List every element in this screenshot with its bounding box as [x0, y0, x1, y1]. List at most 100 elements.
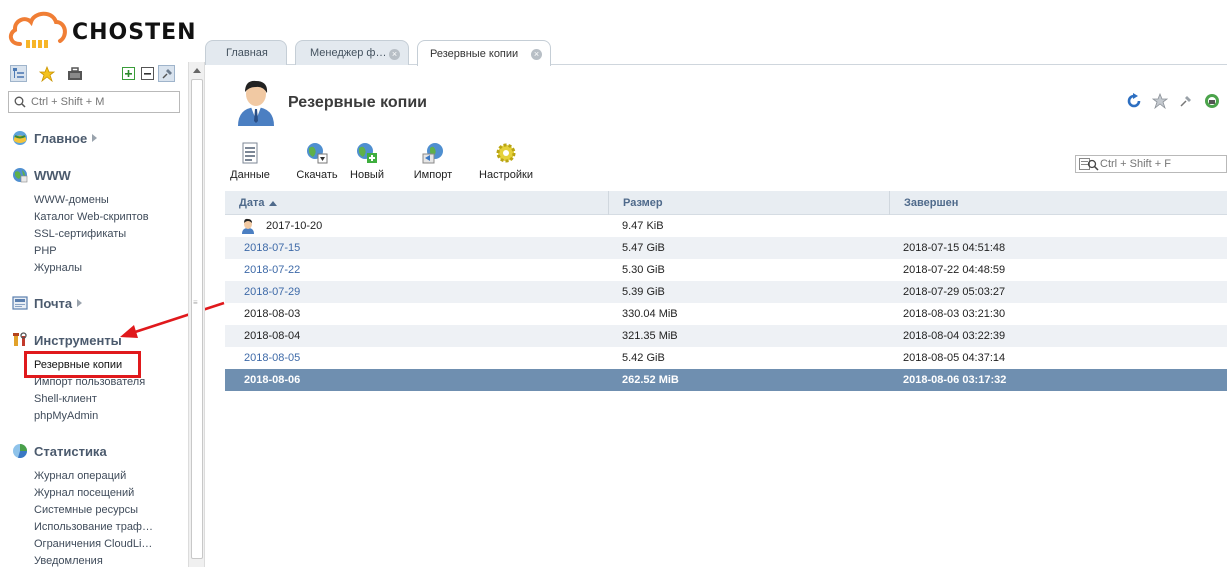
sidebar-section-main[interactable]: Главное	[12, 129, 98, 147]
pin-icon[interactable]	[158, 65, 175, 82]
sidebar-section-mail[interactable]: Почта	[12, 294, 83, 312]
table-row[interactable]: 2017-10-20 9.47 KiB	[225, 215, 1227, 237]
sidebar-item-system-resources[interactable]: Системные ресурсы	[34, 504, 138, 516]
column-label: Дата	[239, 197, 265, 209]
cell-date[interactable]: 2018-07-29	[244, 281, 300, 303]
sidebar-item-notifications[interactable]: Уведомления	[34, 555, 103, 567]
favorite-star-icon[interactable]	[1151, 92, 1169, 110]
sidebar-item-php[interactable]: PHP	[34, 245, 57, 257]
sidebar-item-label: Резервные копии	[34, 359, 123, 371]
cell-finished: 2018-07-15 04:51:48	[903, 242, 1006, 254]
sidebar-item-web-scripts[interactable]: Каталог Web-скриптов	[34, 211, 149, 223]
sidebar-section-www[interactable]: WWW	[12, 166, 71, 184]
sidebar-section-label: Почта	[34, 295, 73, 311]
data-list-icon	[242, 142, 258, 164]
cell-size: 5.47 GiB	[622, 242, 665, 254]
sidebar-item-operations-log[interactable]: Журнал операций	[34, 470, 126, 482]
sidebar-item-logs[interactable]: Журналы	[34, 262, 82, 274]
close-icon[interactable]: ×	[531, 49, 542, 60]
mail-icon	[12, 296, 28, 310]
close-icon[interactable]: ×	[389, 49, 400, 60]
table-row[interactable]: 2018-07-15 5.47 GiB 2018-07-15 04:51:48	[225, 237, 1227, 259]
tab-home[interactable]: Главная	[205, 40, 287, 65]
table-row[interactable]: 2018-08-03 330.04 MiB 2018-08-03 03:21:3…	[225, 303, 1227, 325]
refresh-icon[interactable]	[1125, 92, 1143, 110]
download-globe-icon	[307, 143, 328, 164]
sidebar-item-ssl[interactable]: SSL-сертификаты	[34, 228, 126, 240]
scroll-up-arrow-icon[interactable]	[193, 68, 201, 73]
table-row[interactable]: 2018-08-05 5.42 GiB 2018-08-05 04:37:14	[225, 347, 1227, 369]
briefcase-icon[interactable]	[66, 65, 83, 82]
cell-finished: 2018-08-06 03:17:32	[903, 374, 1007, 386]
sidebar-item-traffic[interactable]: Использование траф…	[34, 521, 153, 533]
column-header-date[interactable]: Дата	[225, 191, 609, 215]
cell-date[interactable]: 2018-07-22	[244, 259, 300, 281]
help-globe-icon[interactable]	[1203, 92, 1221, 110]
cell-finished: 2018-07-29 05:03:27	[903, 286, 1006, 298]
cell-finished: 2018-08-04 03:22:39	[903, 330, 1006, 342]
cell-size: 262.52 MiB	[622, 374, 679, 386]
column-header-size[interactable]: Размер	[609, 191, 890, 215]
sidebar-item-www-domains[interactable]: WWW-домены	[34, 194, 109, 206]
sidebar-scrollbar[interactable]: ≡	[188, 62, 205, 567]
sidebar-item-shell[interactable]: Shell-клиент	[34, 393, 97, 405]
tab-file-manager[interactable]: Менеджер ф… ×	[295, 40, 409, 65]
scrollbar-thumb[interactable]	[191, 79, 203, 559]
search-icon	[14, 96, 26, 108]
chevron-right-icon	[92, 134, 98, 142]
table-filter[interactable]	[1075, 155, 1227, 173]
sidebar-item-phpmyadmin[interactable]: phpMyAdmin	[34, 410, 98, 422]
table-search-icon	[1079, 158, 1099, 171]
toolbar-label: Данные	[230, 169, 270, 181]
table-filter-input[interactable]	[1100, 157, 1224, 171]
sidebar-section-label: WWW	[34, 167, 71, 183]
cell-finished: 2018-08-05 04:37:14	[903, 352, 1006, 364]
cell-size: 9.47 KiB	[622, 220, 664, 232]
import-icon	[422, 143, 443, 164]
sidebar-item-cloudlinux[interactable]: Ограничения CloudLi…	[34, 538, 152, 550]
sidebar-section-tools[interactable]: Инструменты	[12, 331, 122, 349]
tab-backups[interactable]: Резервные копии ×	[417, 40, 551, 66]
data-button[interactable]: Данные	[230, 140, 270, 181]
cell-date[interactable]: 2018-08-05	[244, 347, 300, 369]
table-row[interactable]: 2018-07-22 5.30 GiB 2018-07-22 04:48:59	[225, 259, 1227, 281]
cell-size: 5.42 GiB	[622, 352, 665, 364]
tab-label: Главная	[226, 47, 268, 59]
highlighted-sidebar-item-backups[interactable]: Резервные копии	[24, 351, 141, 378]
user-avatar-icon	[238, 80, 274, 126]
table-header: Дата Размер Завершен	[225, 191, 1227, 215]
toolbar-label: Настройки	[479, 169, 533, 181]
sidebar-search[interactable]	[8, 91, 180, 113]
table-row-selected[interactable]: 2018-08-06 262.52 MiB 2018-08-06 03:17:3…	[225, 369, 1227, 391]
star-icon[interactable]	[38, 65, 55, 82]
table-row[interactable]: 2018-08-04 321.35 MiB 2018-08-04 03:22:3…	[225, 325, 1227, 347]
download-button[interactable]: Скачать	[294, 140, 340, 181]
expand-all-icon[interactable]	[120, 65, 137, 82]
column-header-finished[interactable]: Завершен	[890, 191, 1227, 215]
pin-icon[interactable]	[1177, 92, 1195, 110]
collapse-all-icon[interactable]	[139, 65, 156, 82]
tree-icon[interactable]	[10, 65, 27, 82]
import-button[interactable]: Импорт	[410, 140, 456, 181]
toolbar-label: Импорт	[413, 169, 453, 181]
sidebar-search-input[interactable]	[31, 94, 176, 110]
cell-date: 2018-08-04	[244, 330, 301, 342]
brand-logo[interactable]: CHOSTEN	[6, 8, 196, 52]
cell-date[interactable]: 2018-07-15	[244, 237, 300, 259]
column-label: Завершен	[904, 197, 959, 209]
cell-finished: 2018-07-22 04:48:59	[903, 264, 1006, 276]
tab-bar: Главная Менеджер ф… × Резервные копии ×	[205, 38, 1227, 66]
resize-grip-icon[interactable]: ≡	[193, 298, 198, 307]
sidebar-item-visits-log[interactable]: Журнал посещений	[34, 487, 134, 499]
user-icon	[242, 218, 254, 234]
table-row[interactable]: 2018-07-29 5.39 GiB 2018-07-29 05:03:27	[225, 281, 1227, 303]
sort-asc-icon	[269, 200, 278, 206]
sidebar-section-stats[interactable]: Статистика	[12, 442, 107, 460]
stats-icon	[13, 444, 27, 458]
cloud-logo-icon	[8, 11, 67, 48]
www-globe-icon	[13, 168, 28, 183]
settings-button[interactable]: Настройки	[477, 140, 535, 181]
main-panel: Резервные копии Данные Скачать Новый Имп…	[205, 66, 1227, 567]
new-button[interactable]: Новый	[347, 140, 387, 181]
new-globe-icon	[357, 143, 377, 163]
